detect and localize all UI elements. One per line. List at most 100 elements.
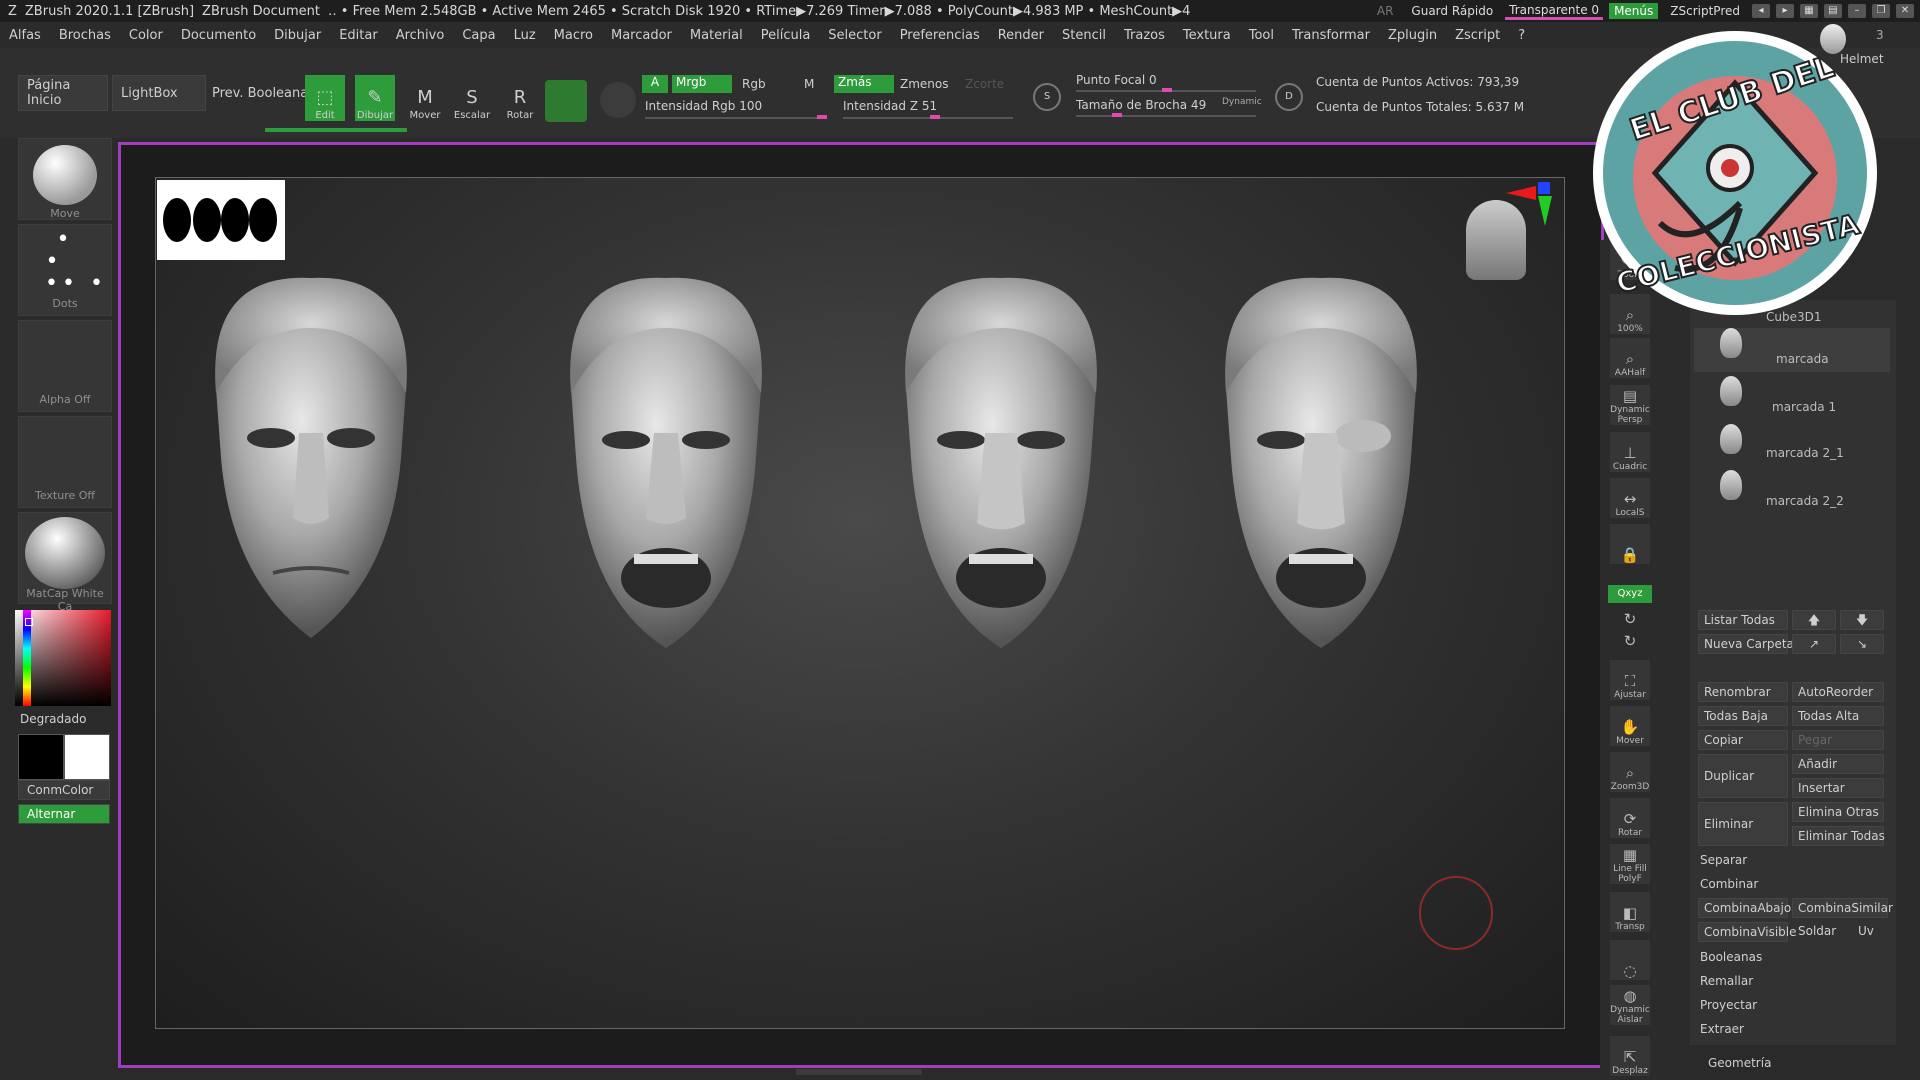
color-picker-cursor[interactable] (25, 618, 33, 626)
menu-documento[interactable]: Documento (172, 28, 265, 43)
restore-icon[interactable]: ❐ (1872, 4, 1890, 18)
home-page-button[interactable]: Página Inicio (18, 75, 108, 111)
ui-colors-icon[interactable]: ▤ (1824, 4, 1842, 18)
menu-textura[interactable]: Textura (1174, 28, 1240, 43)
all-low-button[interactable]: Todas Baja (1698, 706, 1788, 726)
zcut-toggle[interactable]: Zcorte (965, 77, 1004, 91)
layout-right-icon[interactable]: ▸ (1776, 4, 1794, 18)
menu-trazos[interactable]: Trazos (1115, 28, 1174, 43)
quick-save-button[interactable]: Guard Rápido (1405, 4, 1499, 18)
navigation-head-icon[interactable] (1466, 200, 1526, 280)
helmet-thumb[interactable] (1820, 24, 1846, 54)
scale-button[interactable]: S Escalar (452, 75, 492, 122)
merge-down-button[interactable]: CombinaAbajo (1698, 898, 1791, 918)
bottom-scroll-handle[interactable] (796, 1069, 922, 1075)
menu-editar[interactable]: Editar (330, 28, 387, 43)
stroke-slot[interactable]: • • •• • Dots (18, 224, 112, 316)
subtool-item-2[interactable]: marcada 2_1 (1766, 446, 1844, 460)
close-icon[interactable]: ✕ (1896, 4, 1914, 18)
transparent-slider[interactable]: Transparente 0 (1505, 3, 1604, 20)
remesh-section[interactable]: Remallar (1700, 974, 1753, 988)
menu-help[interactable]: ? (1509, 28, 1534, 43)
add-button[interactable]: Añadir (1792, 754, 1884, 774)
polyframe-button[interactable]: ▦ Line Fill PolyF (1610, 844, 1650, 884)
zadd-toggle[interactable]: Zmás (834, 75, 894, 93)
material-preview-icon[interactable] (545, 80, 587, 122)
alpha-slot[interactable]: Alpha Off (18, 320, 112, 412)
zsub-toggle[interactable]: Zmenos (900, 77, 949, 91)
layout-left-icon[interactable]: ◂ (1752, 4, 1770, 18)
default-zscript-button[interactable]: ZScriptPred (1664, 4, 1746, 18)
xpose-button[interactable]: ⇱ Desplaz (1610, 1036, 1650, 1076)
a-toggle[interactable]: A (642, 75, 668, 93)
menu-pelicula[interactable]: Película (752, 28, 820, 43)
rotate-button[interactable]: R Rotar (500, 75, 540, 122)
autoreorder-button[interactable]: AutoReorder (1792, 682, 1884, 702)
boolean-preview-button[interactable]: Prev. Booleana (212, 86, 308, 101)
sphere-icon[interactable] (600, 82, 636, 118)
switch-color-button[interactable]: ConmColor (18, 780, 110, 800)
solo-button[interactable]: ◍ Dynamic Aislar (1610, 985, 1650, 1025)
z-intensity-knob[interactable] (929, 115, 940, 119)
menu-archivo[interactable]: Archivo (387, 28, 454, 43)
rotate-y-icon[interactable]: ↻ (1610, 610, 1650, 628)
texture-slot[interactable]: Texture Off (18, 416, 112, 508)
delete-button[interactable]: Eliminar (1698, 802, 1788, 846)
rotate-z-icon[interactable]: ↻ (1610, 632, 1650, 650)
delete-all-button[interactable]: Eliminar Todas (1792, 826, 1885, 846)
geometry-section[interactable]: Geometría (1708, 1056, 1771, 1070)
rgb-toggle[interactable]: Rgb (742, 77, 766, 91)
menu-brochas[interactable]: Brochas (50, 28, 120, 43)
menu-zscript[interactable]: Zscript (1446, 28, 1509, 43)
lightbox-button[interactable]: LightBox (112, 75, 206, 111)
rename-button[interactable]: Renombrar (1698, 682, 1788, 702)
merge-visible-button[interactable]: CombinaVisible (1698, 922, 1797, 942)
mrgb-toggle[interactable]: Mrgb (672, 75, 732, 93)
project-section[interactable]: Proyectar (1700, 998, 1757, 1012)
all-high-button[interactable]: Todas Alta (1792, 706, 1884, 726)
new-folder-button[interactable]: Nueva Carpeta (1698, 634, 1794, 654)
ghost-button[interactable]: ◌ (1610, 940, 1650, 980)
menu-transformar[interactable]: Transformar (1283, 28, 1379, 43)
focal-point-knob[interactable] (1162, 88, 1172, 92)
ui-layout-icon[interactable]: ▦ (1800, 4, 1818, 18)
split-section[interactable]: Separar (1700, 853, 1747, 867)
boolean-section[interactable]: Booleanas (1700, 950, 1762, 964)
merge-section[interactable]: Combinar (1700, 877, 1758, 891)
move-view-button[interactable]: ✋ Mover (1610, 706, 1650, 746)
delete-other-button[interactable]: Elimina Otras (1792, 802, 1884, 822)
extract-section[interactable]: Extraer (1700, 1022, 1744, 1036)
paste-button[interactable]: Pegar (1792, 730, 1884, 750)
gradient-label[interactable]: Degradado (20, 712, 86, 726)
lock-button[interactable]: 🔒 (1610, 524, 1650, 564)
menu-alfas[interactable]: Alfas (0, 28, 50, 43)
uv-toggle[interactable]: Uv (1858, 924, 1874, 938)
zoom3d-button[interactable]: ⌕ Zoom3D (1610, 752, 1650, 792)
brush-size-slider[interactable] (1076, 115, 1256, 117)
arrow-down-right-icon[interactable]: ↘ (1840, 634, 1884, 654)
menu-capa[interactable]: Capa (453, 28, 504, 43)
rgb-intensity-slider[interactable] (645, 117, 827, 119)
rgb-intensity-knob[interactable] (817, 115, 827, 119)
subtool-item-0[interactable]: marcada (1776, 352, 1829, 366)
brush-size-knob[interactable] (1112, 113, 1122, 117)
menu-dibujar[interactable]: Dibujar (265, 28, 330, 43)
color-picker[interactable] (15, 610, 111, 706)
floor-grid-button[interactable]: ⊥ Cuadric (1610, 432, 1650, 472)
s-pivot-icon[interactable]: S (1033, 83, 1061, 111)
menu-macro[interactable]: Macro (545, 28, 602, 43)
list-all-button[interactable]: Listar Todas (1698, 610, 1788, 630)
dynamic-toggle[interactable]: Dynamic (1222, 97, 1262, 107)
m-toggle[interactable]: M (804, 77, 814, 91)
rotate-view-button[interactable]: ⟳ Rotar (1610, 798, 1650, 838)
minimize-icon[interactable]: – (1848, 4, 1866, 18)
menu-marcador[interactable]: Marcador (602, 28, 681, 43)
brush-slot[interactable]: Move (18, 138, 112, 220)
edit-button[interactable]: ⬚ Edit (305, 75, 345, 121)
draw-button[interactable]: ✎ Dibujar (355, 75, 395, 121)
menu-material[interactable]: Material (681, 28, 752, 43)
transparency-button[interactable]: ◧ Transp (1610, 892, 1650, 932)
duplicate-button[interactable]: Duplicar (1698, 754, 1788, 798)
perspective-button[interactable]: ▤ Dynamic Persp (1610, 385, 1650, 425)
merge-similar-button[interactable]: CombinaSimilar (1792, 898, 1893, 918)
